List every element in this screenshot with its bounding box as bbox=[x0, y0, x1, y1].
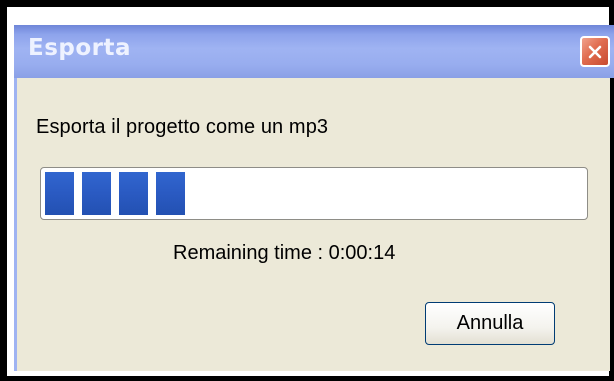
title-bar[interactable]: Esporta bbox=[14, 25, 614, 78]
close-icon bbox=[588, 45, 602, 58]
progress-block bbox=[119, 172, 148, 215]
window-title: Esporta bbox=[28, 35, 132, 61]
close-button[interactable] bbox=[580, 36, 610, 67]
progress-block bbox=[82, 172, 111, 215]
export-message: Esporta il progetto come un mp3 bbox=[36, 116, 329, 138]
progress-track bbox=[45, 172, 583, 215]
progress-block bbox=[156, 172, 185, 215]
progress-block bbox=[45, 172, 74, 215]
cancel-button[interactable]: Annulla bbox=[425, 302, 555, 345]
export-progress-bar bbox=[40, 167, 588, 220]
remaining-time-label: Remaining time : 0:00:14 bbox=[173, 242, 396, 264]
